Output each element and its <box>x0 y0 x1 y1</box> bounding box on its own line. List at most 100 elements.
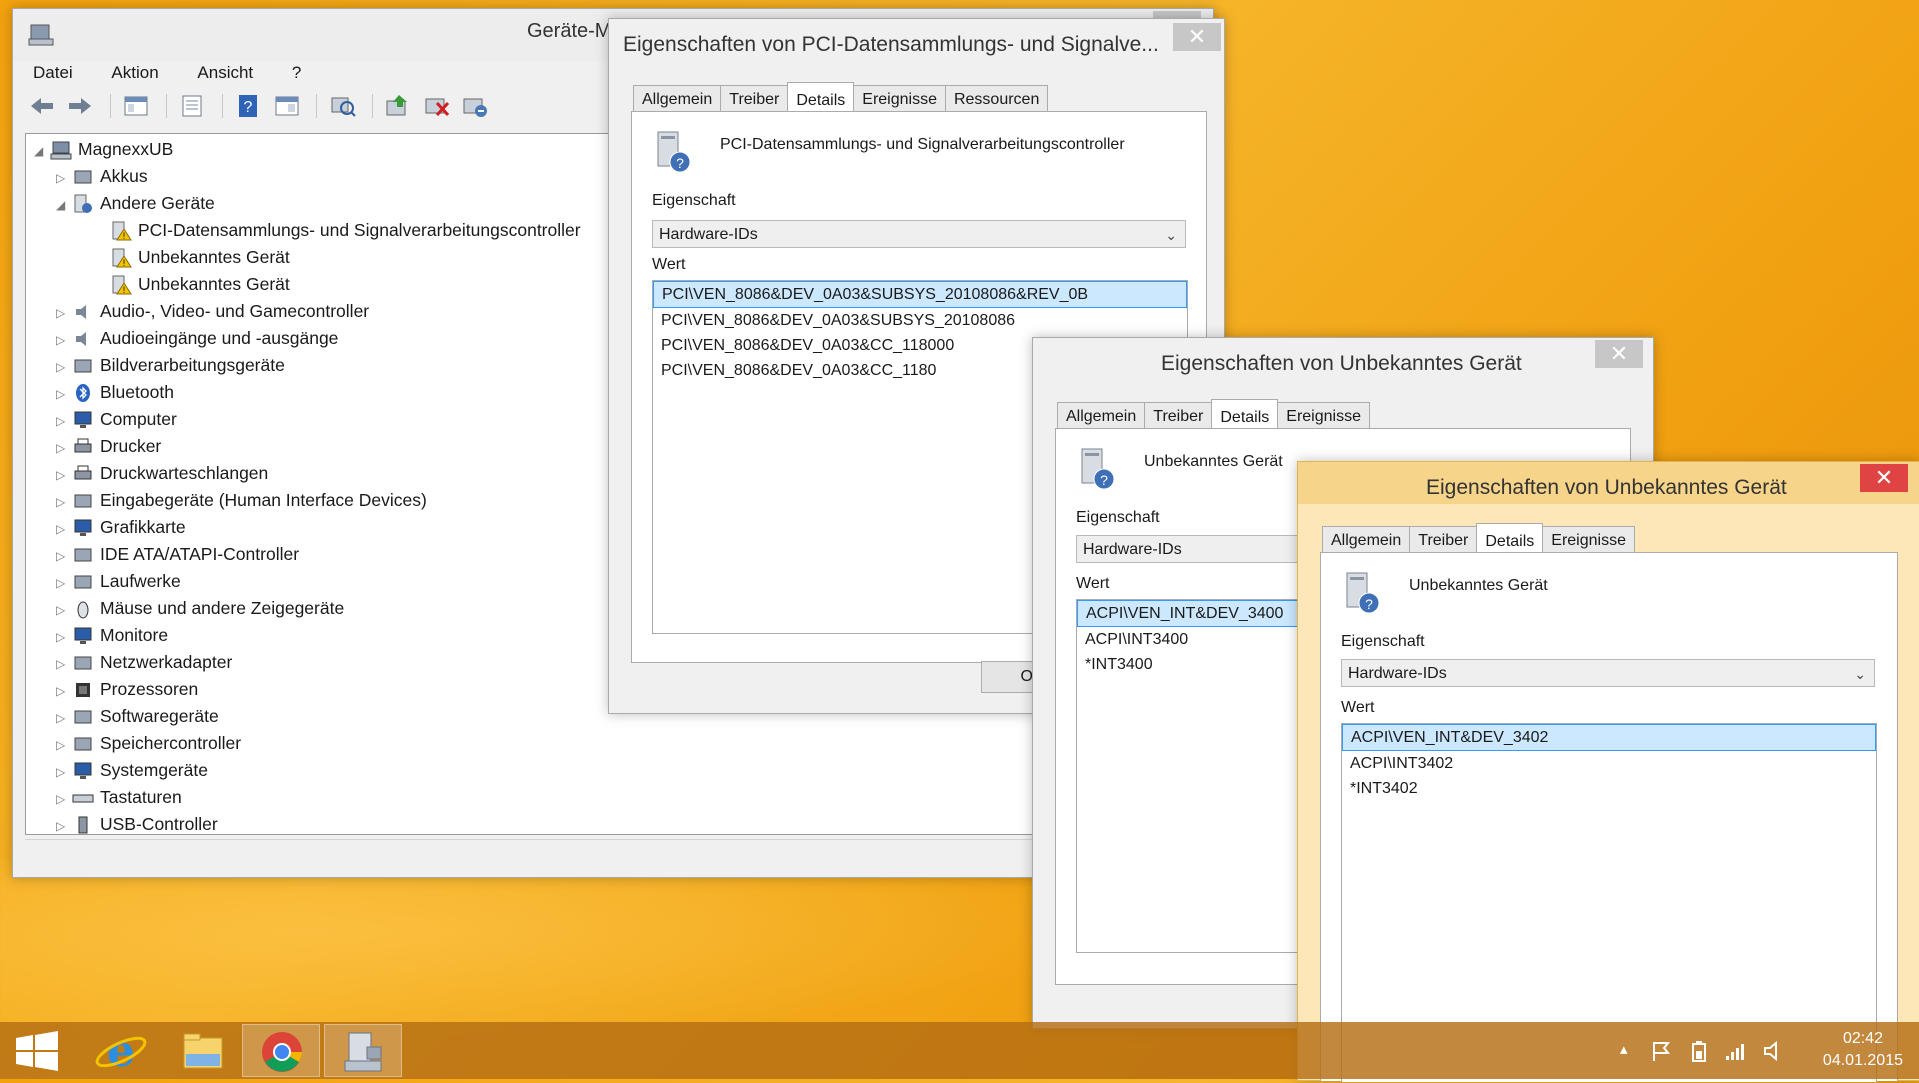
tree-item[interactable]: ▷ Bluetooth <box>56 379 174 405</box>
network-signal-icon[interactable] <box>1724 1040 1748 1062</box>
expand-arrow-icon[interactable]: ▷ <box>56 327 72 353</box>
close-button[interactable]: ✕ <box>1173 23 1221 51</box>
expand-arrow-icon[interactable]: ▷ <box>56 516 72 542</box>
tree-item[interactable]: ▷ Akkus <box>56 163 148 189</box>
tree-item[interactable]: ▷ Speichercontroller <box>56 730 241 756</box>
tree-item[interactable]: ▷ Bildverarbeitungsgeräte <box>56 352 285 378</box>
tree-item[interactable]: ▷ Druckwarteschlangen <box>56 460 268 486</box>
collapse-arrow-icon[interactable]: ◢ <box>34 138 50 164</box>
tree-item[interactable]: ! PCI-Datensammlungs- und Signalverarbeit… <box>94 217 581 243</box>
forward-arrow-icon[interactable] <box>65 93 95 119</box>
tree-item[interactable]: ▷ USB-Controller <box>56 811 218 834</box>
tree-item[interactable]: ▷ Monitore <box>56 622 168 648</box>
computer-icon <box>72 410 94 430</box>
properties-icon[interactable] <box>177 93 207 119</box>
tree-item[interactable]: ▷ Softwaregeräte <box>56 703 219 729</box>
tree-item[interactable]: ▷ Mäuse und andere Zeigegeräte <box>56 595 344 621</box>
expand-arrow-icon[interactable]: ▷ <box>56 462 72 488</box>
chrome-button[interactable] <box>242 1024 320 1077</box>
volume-icon[interactable] <box>1762 1040 1784 1062</box>
expand-arrow-icon[interactable]: ▷ <box>56 165 72 191</box>
tree-item[interactable]: ▷ Drucker <box>56 433 161 459</box>
tree-item[interactable]: ! Unbekanntes Gerät <box>94 271 290 297</box>
internet-explorer-button[interactable]: e <box>82 1024 160 1077</box>
expand-arrow-icon[interactable]: ▷ <box>56 705 72 731</box>
tree-item[interactable]: ▷ Computer <box>56 406 177 432</box>
tree-item[interactable]: ▷ Grafikkarte <box>56 514 186 540</box>
svg-text:?: ? <box>676 155 684 171</box>
clock[interactable]: 02:42 04.01.2015 <box>1823 1028 1903 1072</box>
tree-item[interactable]: ◢ Andere Geräte <box>56 190 215 216</box>
help-icon[interactable]: ? <box>233 93 263 119</box>
property-label: Eigenschaft <box>1076 509 1160 526</box>
expand-arrow-icon[interactable]: ▷ <box>56 489 72 515</box>
tree-item[interactable]: ▷ IDE ATA/ATAPI-Controller <box>56 541 299 567</box>
tree-item[interactable]: ▷ Prozessoren <box>56 676 198 702</box>
action-center-flag-icon[interactable] <box>1650 1040 1672 1062</box>
expand-arrow-icon[interactable]: ▷ <box>56 786 72 812</box>
mouse-icon <box>72 599 94 619</box>
expand-arrow-icon[interactable]: ▷ <box>56 435 72 461</box>
tree-item[interactable]: ▷ Tastaturen <box>56 784 182 810</box>
collapse-arrow-icon[interactable]: ◢ <box>56 192 72 218</box>
dialog-titlebar[interactable]: Eigenschaften von Unbekanntes Gerät ✕ <box>1298 462 1919 504</box>
device-manager-taskbar-button[interactable] <box>324 1024 402 1077</box>
expand-arrow-icon[interactable]: ▷ <box>56 678 72 704</box>
details-pane: ? Unbekanntes Gerät Eigenschaft Hardware… <box>1320 552 1898 1082</box>
show-hide-tree-icon[interactable] <box>121 93 151 119</box>
update-driver-icon[interactable] <box>383 93 413 119</box>
dialog-titlebar[interactable]: Eigenschaften von PCI-Datensammlungs- un… <box>609 19 1224 61</box>
chevron-down-icon: ⌄ <box>1165 227 1177 243</box>
expand-arrow-icon[interactable]: ▷ <box>56 651 72 677</box>
device-manager-icon <box>344 1032 382 1072</box>
list-item[interactable]: *INT3402 <box>1342 776 1876 801</box>
scan-hardware-icon[interactable] <box>328 93 358 119</box>
property-dropdown[interactable]: Hardware-IDs ⌄ <box>652 220 1186 248</box>
list-item[interactable]: ACPI\VEN_INT&DEV_3402 <box>1342 724 1876 751</box>
tree-item-label: Unbekanntes Gerät <box>138 247 290 267</box>
enable-device-icon[interactable] <box>460 93 490 119</box>
property-dropdown[interactable]: Hardware-IDs ⌄ <box>1341 659 1875 687</box>
expand-arrow-icon[interactable]: ▷ <box>56 570 72 596</box>
list-item[interactable]: PCI\VEN_8086&DEV_0A03&SUBSYS_20108086&RE… <box>653 281 1187 308</box>
expand-arrow-icon[interactable]: ▷ <box>56 408 72 434</box>
svg-text:?: ? <box>244 99 253 116</box>
dialog-titlebar[interactable]: Eigenschaften von Unbekanntes Gerät ✕ <box>1033 338 1653 380</box>
expand-arrow-icon[interactable]: ▷ <box>56 759 72 785</box>
uninstall-icon[interactable] <box>422 93 452 119</box>
expand-arrow-icon[interactable]: ▷ <box>56 813 72 834</box>
property-value: Hardware-IDs <box>659 226 758 243</box>
menu-aktion[interactable]: Aktion <box>105 61 164 85</box>
close-button[interactable]: ✕ <box>1860 464 1908 492</box>
menu-datei[interactable]: Datei <box>27 61 79 85</box>
tree-item[interactable]: ▷ Systemgeräte <box>56 757 208 783</box>
close-button[interactable]: ✕ <box>1595 340 1643 368</box>
list-item[interactable]: PCI\VEN_8086&DEV_0A03&SUBSYS_20108086 <box>653 308 1187 333</box>
back-arrow-icon[interactable] <box>27 93 57 119</box>
expand-arrow-icon[interactable]: ▷ <box>56 381 72 407</box>
expand-arrow-icon[interactable]: ▷ <box>56 354 72 380</box>
tree-item-label: Computer <box>100 409 177 429</box>
show-hidden-icons-chevron[interactable]: ▴ <box>1620 1040 1628 1058</box>
tree-item[interactable]: ▷ Eingabegeräte (Human Interface Devices) <box>56 487 427 513</box>
view-icon[interactable] <box>272 93 302 119</box>
menu-ansicht[interactable]: Ansicht <box>191 61 259 85</box>
tree-root[interactable]: ◢ MagnexxUB <box>34 136 173 162</box>
tree-item[interactable]: ▷ Audio-, Video- und Gamecontroller <box>56 298 369 324</box>
svg-text:!: ! <box>123 231 126 241</box>
start-button[interactable] <box>0 1024 78 1077</box>
tree-item[interactable]: ! Unbekanntes Gerät <box>94 244 290 270</box>
menu-help[interactable]: ? <box>286 61 307 85</box>
device-name: PCI-Datensammlungs- und Signalverarbeitu… <box>720 136 1125 153</box>
power-icon[interactable] <box>1688 1039 1710 1063</box>
expand-arrow-icon[interactable]: ▷ <box>56 543 72 569</box>
expand-arrow-icon[interactable]: ▷ <box>56 597 72 623</box>
file-explorer-button[interactable] <box>164 1024 242 1077</box>
tree-item[interactable]: ▷ Audioeingänge und -ausgänge <box>56 325 338 351</box>
tree-item[interactable]: ▷ Laufwerke <box>56 568 181 594</box>
tree-item[interactable]: ▷ Netzwerkadapter <box>56 649 232 675</box>
list-item[interactable]: ACPI\INT3402 <box>1342 751 1876 776</box>
expand-arrow-icon[interactable]: ▷ <box>56 624 72 650</box>
expand-arrow-icon[interactable]: ▷ <box>56 732 72 758</box>
expand-arrow-icon[interactable]: ▷ <box>56 300 72 326</box>
